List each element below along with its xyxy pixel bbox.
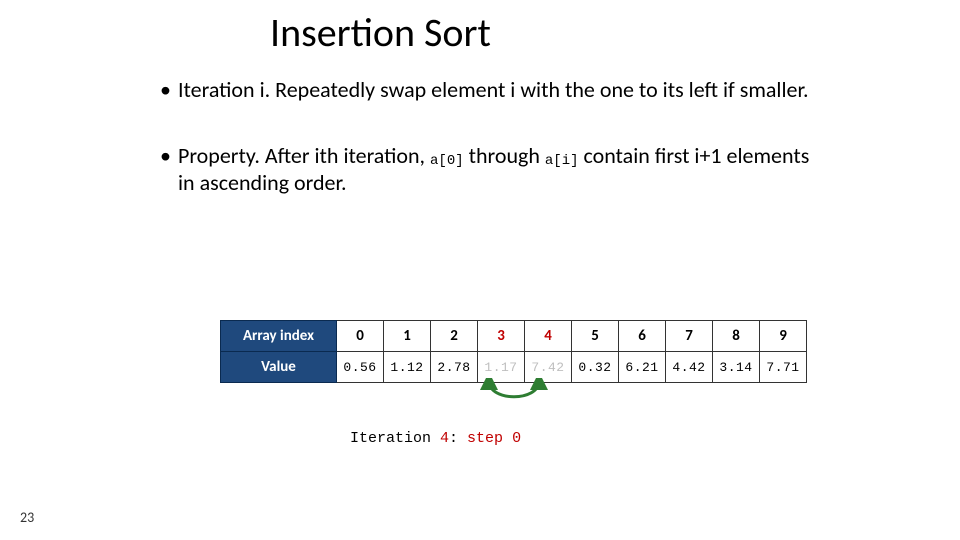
page-number: 23	[20, 509, 34, 526]
val-cell: 7.42	[525, 352, 572, 383]
value-row: Value 0.56 1.12 2.78 1.17 7.42 0.32 6.21…	[221, 352, 807, 383]
code-ai: a[i]	[545, 153, 579, 169]
idx-cell: 0	[337, 321, 384, 352]
iteration-caption: Iteration 4: step 0	[350, 430, 521, 447]
bullet-property: Property. After ith iteration, a[0] thro…	[160, 142, 830, 197]
caption-step-word: step	[467, 430, 512, 447]
val-cell: 7.71	[760, 352, 807, 383]
val-cell: 0.32	[572, 352, 619, 383]
idx-cell: 8	[713, 321, 760, 352]
idx-cell: 7	[666, 321, 713, 352]
array-table: Array index 0 1 2 3 4 5 6 7 8 9 Value 0.…	[220, 320, 807, 383]
bullet-list: Iteration i. Repeatedly swap element i w…	[160, 76, 830, 235]
idx-cell: 2	[431, 321, 478, 352]
idx-cell: 6	[619, 321, 666, 352]
caption-step-n: 0	[512, 430, 521, 447]
val-cell: 3.14	[713, 352, 760, 383]
rowhead-index: Array index	[221, 321, 337, 352]
bullet-text: through	[464, 142, 545, 169]
val-cell: 1.12	[384, 352, 431, 383]
val-cell: 0.56	[337, 352, 384, 383]
idx-cell: 3	[478, 321, 525, 352]
caption-text: Iteration	[350, 430, 440, 447]
caption-iter-n: 4	[440, 430, 449, 447]
bullet-text: Iteration i. Repeatedly swap element i w…	[178, 76, 809, 103]
idx-cell: 1	[384, 321, 431, 352]
val-cell: 4.42	[666, 352, 713, 383]
idx-cell: 4	[525, 321, 572, 352]
index-row: Array index 0 1 2 3 4 5 6 7 8 9	[221, 321, 807, 352]
slide: Insertion Sort Iteration i. Repeatedly s…	[0, 0, 960, 540]
bullet-text: Property. After ith iteration,	[178, 142, 430, 169]
bullet-iteration: Iteration i. Repeatedly swap element i w…	[160, 76, 830, 104]
idx-cell: 5	[572, 321, 619, 352]
val-cell: 1.17	[478, 352, 525, 383]
val-cell: 6.21	[619, 352, 666, 383]
code-a0: a[0]	[430, 153, 464, 169]
slide-title: Insertion Sort	[270, 8, 491, 57]
idx-cell: 9	[760, 321, 807, 352]
caption-text: :	[449, 430, 467, 447]
val-cell: 2.78	[431, 352, 478, 383]
rowhead-value: Value	[221, 352, 337, 383]
